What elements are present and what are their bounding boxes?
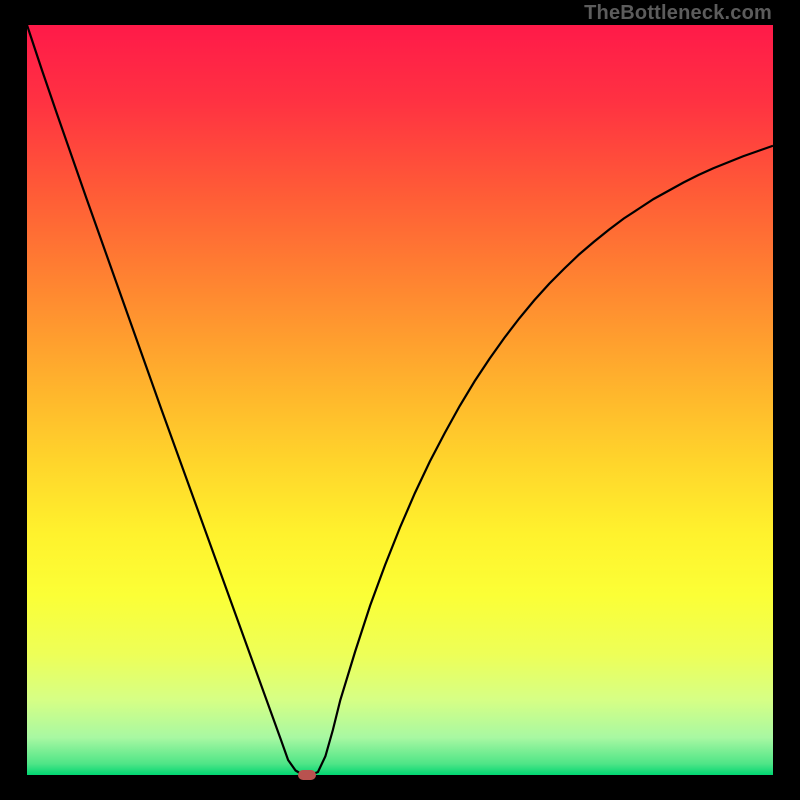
plot-area	[27, 25, 773, 775]
bottleneck-curve	[27, 25, 773, 775]
watermark-text: TheBottleneck.com	[584, 2, 772, 25]
minimum-marker	[298, 770, 316, 780]
chart-frame: TheBottleneck.com	[0, 0, 800, 800]
